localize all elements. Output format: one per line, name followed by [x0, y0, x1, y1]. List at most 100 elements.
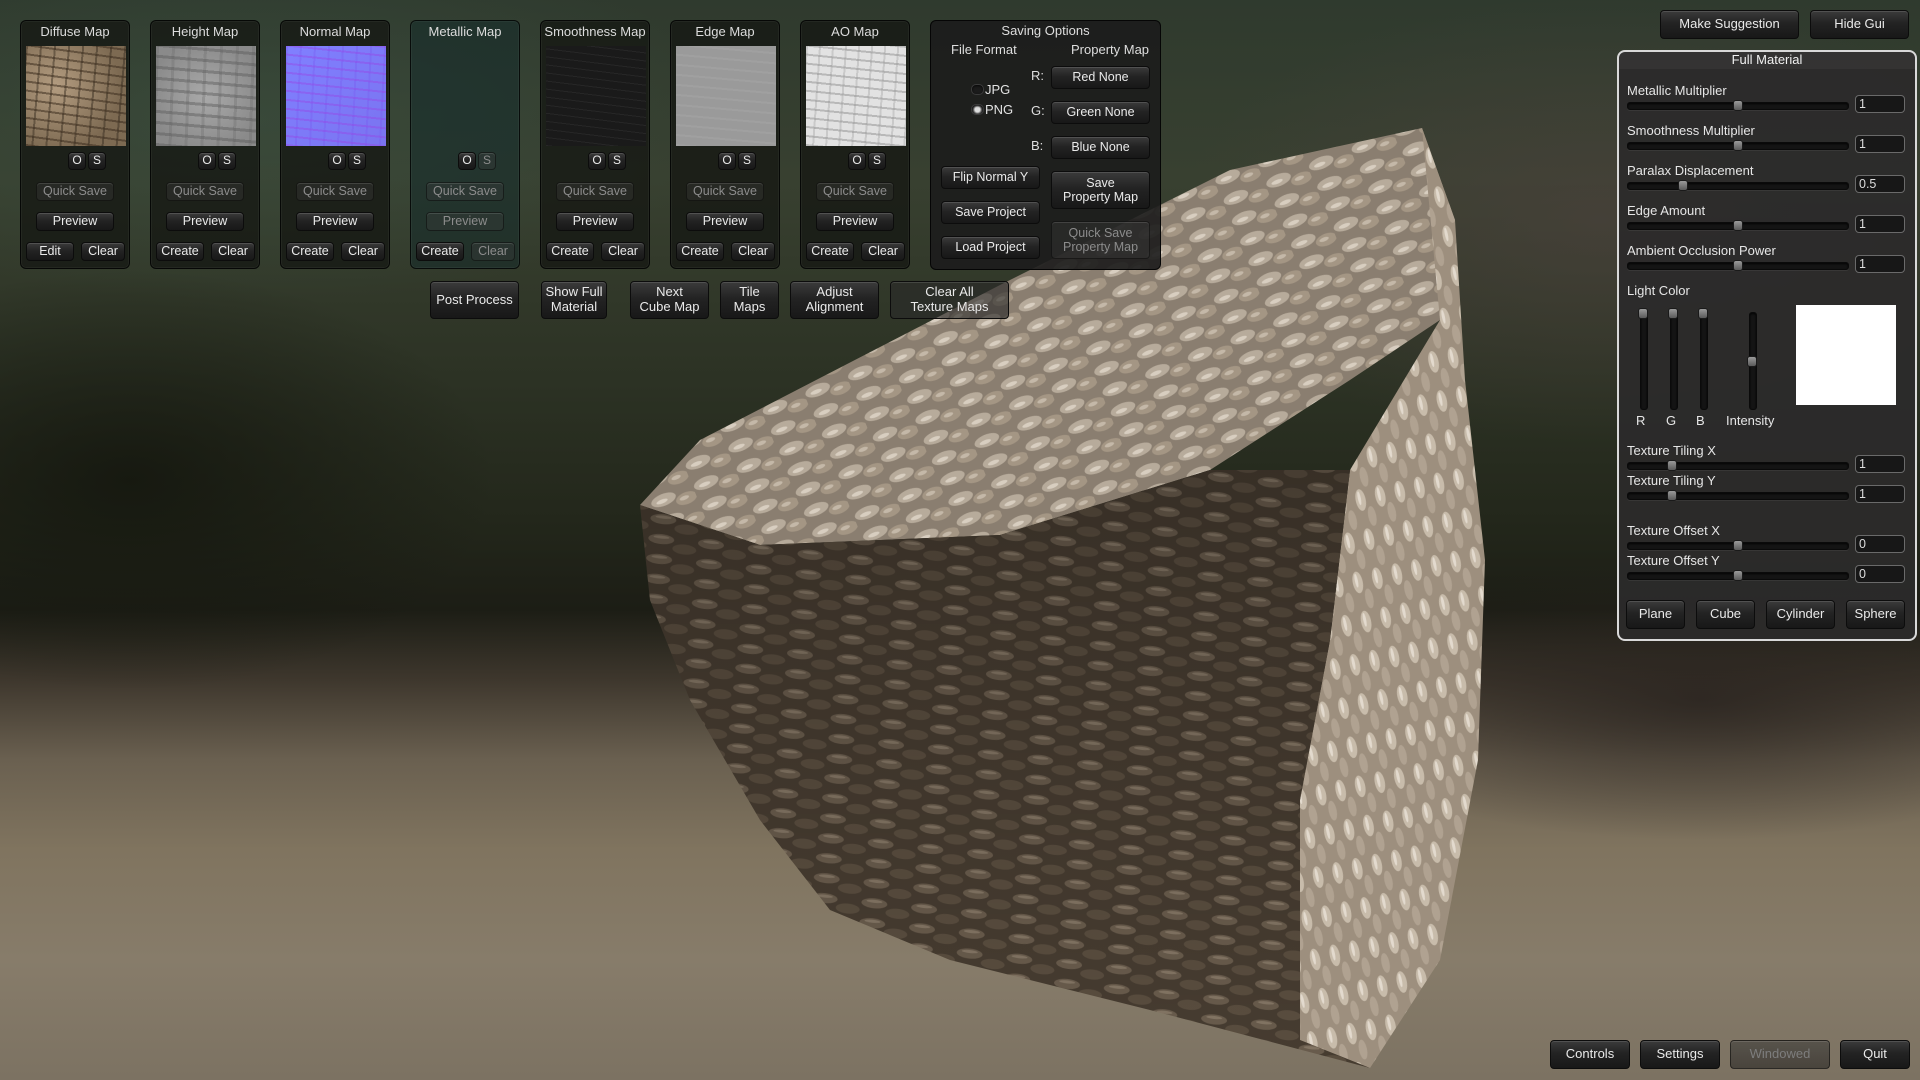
texture-offset-x-input[interactable]: 0 — [1855, 535, 1905, 553]
blue-channel-button[interactable]: Blue None — [1051, 136, 1150, 159]
clear-map-button[interactable]: Clear — [601, 242, 645, 261]
texture-thumbnail[interactable] — [26, 46, 126, 146]
create-map-button[interactable]: Create — [156, 242, 204, 261]
controls-button[interactable]: Controls — [1550, 1040, 1630, 1069]
save-property-map-button[interactable]: Save Property Map — [1051, 171, 1150, 209]
texture-thumbnail[interactable] — [156, 46, 256, 146]
show-full-material-button[interactable]: Show Full Material — [541, 281, 607, 319]
flip-normal-y-button[interactable]: Flip Normal Y — [941, 166, 1040, 189]
quick-save-button[interactable]: Quick Save — [36, 182, 114, 201]
light-intensity-slider[interactable] — [1747, 312, 1757, 410]
shape-cube-button[interactable]: Cube — [1696, 600, 1755, 629]
load-project-button[interactable]: Load Project — [941, 236, 1040, 259]
red-channel-button[interactable]: Red None — [1051, 66, 1150, 89]
create-map-button[interactable]: Create — [546, 242, 594, 261]
clear-map-button[interactable]: Clear — [341, 242, 385, 261]
material-slider-2-slider[interactable] — [1627, 180, 1849, 191]
quick-save-property-map-button[interactable]: Quick Save Property Map — [1051, 221, 1150, 259]
slider-thumb[interactable] — [1733, 260, 1743, 271]
open-map-button[interactable]: O — [588, 152, 606, 170]
preview-button[interactable]: Preview — [426, 212, 504, 231]
material-slider-0-input[interactable]: 1 — [1855, 95, 1905, 113]
texture-offset-y-slider[interactable] — [1627, 570, 1849, 581]
green-channel-button[interactable]: Green None — [1051, 101, 1150, 124]
light-b-slider[interactable] — [1698, 308, 1708, 410]
format-radio-png[interactable]: PNG — [971, 102, 1013, 117]
slider-thumb[interactable] — [1698, 308, 1708, 319]
quick-save-button[interactable]: Quick Save — [816, 182, 894, 201]
next-cube-map-button[interactable]: Next Cube Map — [630, 281, 709, 319]
preview-button[interactable]: Preview — [556, 212, 634, 231]
light-g-slider[interactable] — [1668, 308, 1678, 410]
quit-button[interactable]: Quit — [1840, 1040, 1910, 1069]
preview-button[interactable]: Preview — [296, 212, 374, 231]
preview-button[interactable]: Preview — [36, 212, 114, 231]
material-slider-2-input[interactable]: 0.5 — [1855, 175, 1905, 193]
material-slider-1-slider[interactable] — [1627, 140, 1849, 151]
save-map-button[interactable]: S — [738, 152, 756, 170]
save-map-button[interactable]: S — [348, 152, 366, 170]
save-map-button[interactable]: S — [88, 152, 106, 170]
clear-map-button[interactable]: Clear — [211, 242, 255, 261]
slider-thumb[interactable] — [1747, 356, 1757, 367]
open-map-button[interactable]: O — [198, 152, 216, 170]
texture-thumbnail[interactable] — [546, 46, 646, 146]
material-slider-3-slider[interactable] — [1627, 220, 1849, 231]
clear-map-button[interactable]: Clear — [471, 242, 515, 261]
tile-maps-button[interactable]: Tile Maps — [720, 281, 779, 319]
open-map-button[interactable]: O — [848, 152, 866, 170]
slider-thumb[interactable] — [1638, 308, 1648, 319]
texture-thumbnail[interactable] — [286, 46, 386, 146]
quick-save-button[interactable]: Quick Save — [166, 182, 244, 201]
save-map-button[interactable]: S — [608, 152, 626, 170]
texture-tiling-x-input[interactable]: 1 — [1855, 455, 1905, 473]
clear-map-button[interactable]: Clear — [731, 242, 775, 261]
texture-thumbnail[interactable] — [806, 46, 906, 146]
open-map-button[interactable]: O — [718, 152, 736, 170]
shape-cylinder-button[interactable]: Cylinder — [1766, 600, 1835, 629]
create-map-button[interactable]: Create — [676, 242, 724, 261]
quick-save-button[interactable]: Quick Save — [296, 182, 374, 201]
slider-thumb[interactable] — [1733, 220, 1743, 231]
light-r-slider[interactable] — [1638, 308, 1648, 410]
create-map-button[interactable]: Create — [806, 242, 854, 261]
shape-plane-button[interactable]: Plane — [1626, 600, 1685, 629]
open-map-button[interactable]: O — [328, 152, 346, 170]
settings-button[interactable]: Settings — [1640, 1040, 1720, 1069]
texture-offset-x-slider[interactable] — [1627, 540, 1849, 551]
windowed-button[interactable]: Windowed — [1730, 1040, 1830, 1069]
quick-save-button[interactable]: Quick Save — [556, 182, 634, 201]
slider-thumb[interactable] — [1733, 140, 1743, 151]
clear-all-texture-maps-button[interactable]: Clear All Texture Maps — [890, 281, 1009, 319]
make-suggestion-button[interactable]: Make Suggestion — [1660, 10, 1799, 39]
texture-thumbnail[interactable] — [676, 46, 776, 146]
slider-thumb[interactable] — [1678, 180, 1688, 191]
slider-thumb[interactable] — [1733, 570, 1743, 581]
edit-map-button[interactable]: Edit — [26, 242, 74, 261]
post-process-button[interactable]: Post Process — [430, 281, 519, 319]
adjust-alignment-button[interactable]: Adjust Alignment — [790, 281, 879, 319]
shape-sphere-button[interactable]: Sphere — [1846, 600, 1905, 629]
texture-tiling-x-slider[interactable] — [1627, 460, 1849, 471]
create-map-button[interactable]: Create — [286, 242, 334, 261]
quick-save-button[interactable]: Quick Save — [426, 182, 504, 201]
slider-thumb[interactable] — [1733, 540, 1743, 551]
clear-map-button[interactable]: Clear — [861, 242, 905, 261]
texture-thumbnail[interactable] — [416, 46, 516, 146]
slider-thumb[interactable] — [1733, 100, 1743, 111]
hide-gui-button[interactable]: Hide Gui — [1810, 10, 1909, 39]
slider-thumb[interactable] — [1667, 490, 1677, 501]
slider-thumb[interactable] — [1668, 308, 1678, 319]
save-project-button[interactable]: Save Project — [941, 201, 1040, 224]
material-slider-4-slider[interactable] — [1627, 260, 1849, 271]
save-map-button[interactable]: S — [218, 152, 236, 170]
save-map-button[interactable]: S — [478, 152, 496, 170]
open-map-button[interactable]: O — [68, 152, 86, 170]
create-map-button[interactable]: Create — [416, 242, 464, 261]
texture-tiling-y-slider[interactable] — [1627, 490, 1849, 501]
texture-offset-y-input[interactable]: 0 — [1855, 565, 1905, 583]
slider-thumb[interactable] — [1667, 460, 1677, 471]
preview-button[interactable]: Preview — [166, 212, 244, 231]
preview-button[interactable]: Preview — [816, 212, 894, 231]
preview-button[interactable]: Preview — [686, 212, 764, 231]
